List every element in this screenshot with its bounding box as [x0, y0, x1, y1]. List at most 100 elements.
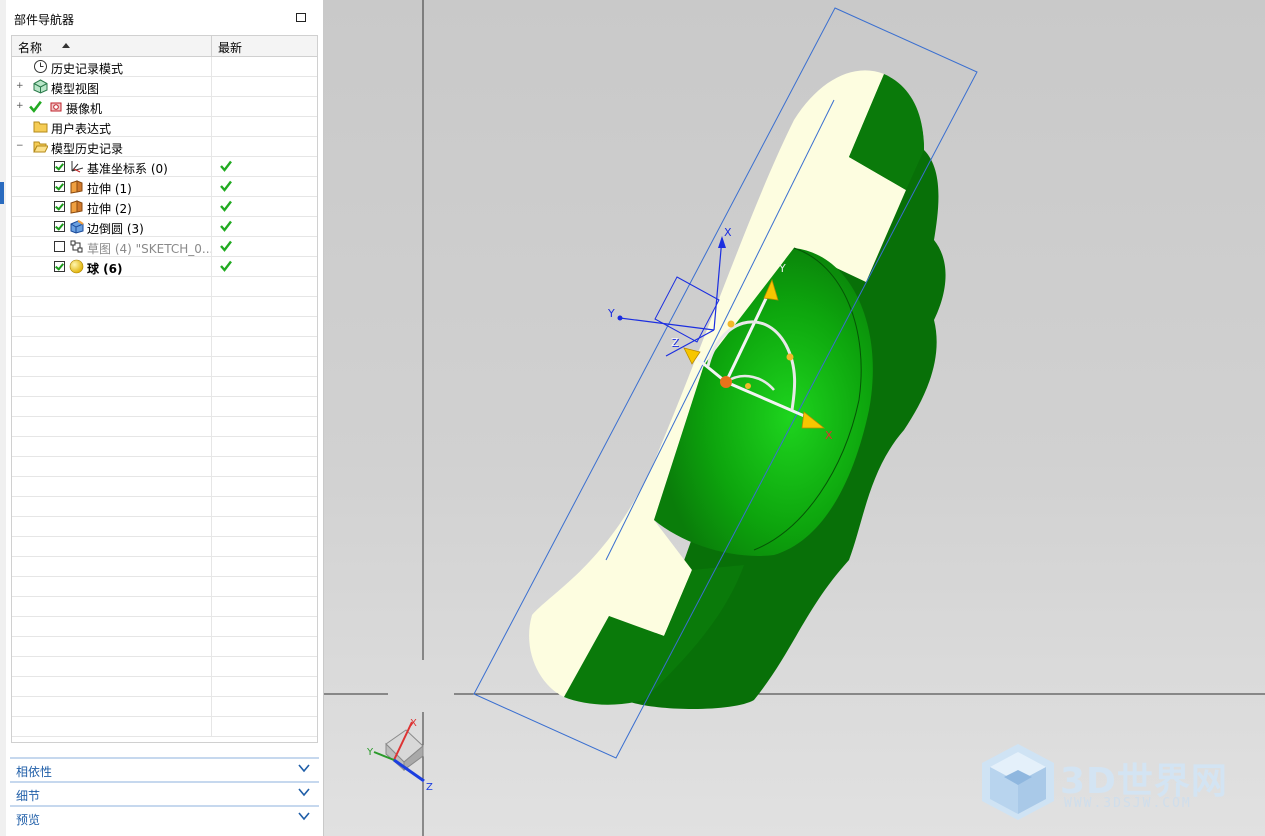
origin-handle[interactable] [720, 376, 732, 388]
tree-row-empty [12, 557, 317, 577]
tree-row[interactable]: 拉伸 (1) [12, 177, 317, 197]
tree-row[interactable]: 边倒圆 (3) [12, 217, 317, 237]
datum-csys-icon [69, 159, 84, 174]
tree-row-empty [12, 637, 317, 657]
sketch-icon [69, 239, 84, 254]
resource-tab-marker[interactable] [0, 182, 4, 204]
tree-row-empty [12, 437, 317, 457]
section-preview[interactable]: 预览 [10, 805, 319, 827]
triad-x-label: X [410, 718, 417, 729]
column-divider [211, 97, 212, 116]
section-label: 细节 [16, 789, 41, 803]
panel-header: 部件导航器 [6, 0, 324, 34]
tree-row[interactable]: 基准坐标系 (0) [12, 157, 317, 177]
tree-row-label: 拉伸 (1) [87, 182, 132, 196]
column-name[interactable]: 名称 [18, 39, 42, 56]
camera-icon [48, 99, 63, 114]
manip-z-label: Z [671, 336, 679, 349]
tree-row-empty [12, 397, 317, 417]
tree-row[interactable]: 球 (6) [12, 257, 317, 277]
section-label: 预览 [16, 813, 41, 827]
up-to-date-check-icon [219, 199, 233, 213]
section-label: 相依性 [16, 765, 53, 779]
tree-row[interactable]: 历史记录模式 [12, 57, 317, 77]
chevron-down-icon[interactable] [298, 762, 310, 774]
up-to-date-check-icon [219, 179, 233, 193]
rotate-handle[interactable] [727, 320, 735, 328]
feature-checkbox[interactable] [54, 241, 65, 252]
visible-check-icon[interactable] [28, 99, 43, 114]
feature-checkbox[interactable] [54, 261, 65, 272]
column-divider [211, 237, 212, 256]
tree-row-empty [12, 517, 317, 537]
graphics-viewport[interactable]: X Y Z Y X Z X Y Z 3D世界网 WWW.3DSJW.COM [324, 0, 1265, 836]
column-divider [211, 197, 212, 216]
feature-checkbox[interactable] [54, 181, 65, 192]
tree-row-empty [12, 317, 317, 337]
feature-checkbox[interactable] [54, 221, 65, 232]
chevron-down-icon[interactable] [298, 786, 310, 798]
feature-checkbox[interactable] [54, 201, 65, 212]
watermark-cube-icon [982, 744, 1054, 820]
column-divider [211, 177, 212, 196]
tree-row-empty [12, 457, 317, 477]
folder-icon [33, 119, 48, 134]
up-to-date-check-icon [219, 259, 233, 273]
sort-ascending-icon[interactable] [62, 43, 70, 48]
rotate-handle[interactable] [786, 353, 794, 361]
triad-z-label: Z [426, 782, 433, 793]
column-latest[interactable]: 最新 [218, 39, 242, 56]
up-to-date-check-icon [219, 239, 233, 253]
tree-row-empty [12, 537, 317, 557]
rotate-handle[interactable] [745, 383, 751, 389]
tree-row-label: 基准坐标系 (0) [87, 162, 168, 176]
tree-row-empty [12, 357, 317, 377]
panel-title: 部件导航器 [14, 13, 75, 27]
column-divider [211, 117, 212, 136]
maximize-icon[interactable] [296, 13, 306, 22]
watermark: 3D世界网 WWW.3DSJW.COM [980, 742, 1260, 822]
collapse-icon[interactable]: − [16, 142, 24, 151]
column-divider [211, 217, 212, 236]
tree-row-label: 拉伸 (2) [87, 202, 132, 216]
edge-blend-icon [69, 219, 84, 234]
tree-row-empty [12, 717, 317, 737]
expand-icon[interactable]: + [16, 82, 24, 91]
model-scene[interactable]: X Y Z Y X Z X Y Z [324, 0, 1265, 836]
watermark-url: WWW.3DSJW.COM [1064, 796, 1192, 811]
column-divider [211, 157, 212, 176]
sphere-icon [69, 259, 84, 274]
tree-row[interactable]: 用户表达式 [12, 117, 317, 137]
tree-row-label: 草图 (4) "SKETCH_0... [87, 242, 214, 256]
wcs-x-label: X [724, 226, 732, 239]
tree-row[interactable]: − 模型历史记录 [12, 137, 317, 157]
tree-row-empty [12, 697, 317, 717]
section-dependencies[interactable]: 相依性 [10, 757, 319, 779]
model-view-icon [33, 79, 48, 94]
part-navigator-panel: 部件导航器 名称 最新 历史记录模式 + 模型视图 + 摄像机 用户表达式 − 模型历史记录基… [6, 0, 324, 836]
chevron-down-icon[interactable] [298, 810, 310, 822]
tree-row-empty [12, 477, 317, 497]
feature-checkbox[interactable] [54, 161, 65, 172]
tree-row-label: 历史记录模式 [51, 62, 124, 76]
wcs-y-label: Y [607, 307, 615, 320]
tree-row-empty [12, 417, 317, 437]
tree-row-empty [12, 677, 317, 697]
section-details[interactable]: 细节 [10, 781, 319, 803]
tree-row-empty [12, 497, 317, 517]
tree-row[interactable]: + 模型视图 [12, 77, 317, 97]
tree-row-label: 模型历史记录 [51, 142, 124, 156]
column-divider [211, 137, 212, 156]
tree-row[interactable]: 草图 (4) "SKETCH_0... [12, 237, 317, 257]
tree-row[interactable]: + 摄像机 [12, 97, 317, 117]
tree-row-empty [12, 617, 317, 637]
expand-icon[interactable]: + [16, 102, 24, 111]
column-divider [211, 57, 212, 76]
tree-row-empty [12, 377, 317, 397]
manip-y-label: Y [778, 262, 786, 275]
tree-row[interactable]: 拉伸 (2) [12, 197, 317, 217]
tree-row-empty [12, 597, 317, 617]
extrude-icon [69, 179, 84, 194]
column-divider [211, 77, 212, 96]
column-divider[interactable] [211, 36, 212, 56]
